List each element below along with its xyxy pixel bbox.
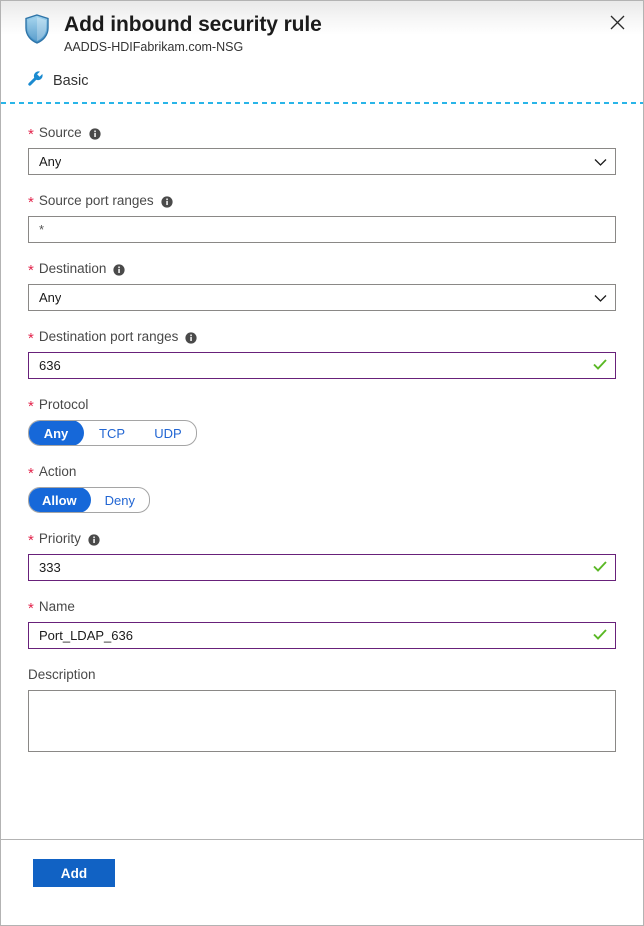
tab-strip: Basic: [1, 56, 643, 104]
shield-icon: [24, 14, 50, 44]
field-action-label-text: Action: [39, 463, 77, 480]
protocol-option-any[interactable]: Any: [28, 420, 84, 446]
field-destination-port-ranges-label-text: Destination port ranges: [39, 328, 179, 345]
field-action-label: * Action: [28, 463, 616, 480]
field-destination: * Destination Any: [28, 260, 616, 311]
page-title: Add inbound security rule: [64, 12, 322, 37]
field-source: * Source Any: [28, 124, 616, 175]
info-icon[interactable]: [185, 332, 197, 344]
add-button[interactable]: Add: [33, 859, 115, 887]
required-marker: *: [28, 604, 34, 614]
required-marker: *: [28, 266, 34, 276]
action-toggle-group: Allow Deny: [28, 487, 150, 513]
field-source-label-text: Source: [39, 124, 82, 141]
chevron-down-icon: [594, 154, 607, 169]
required-marker: *: [28, 402, 34, 412]
field-destination-label-text: Destination: [39, 260, 107, 277]
required-marker: *: [28, 130, 34, 140]
action-option-deny[interactable]: Deny: [91, 488, 149, 512]
source-select[interactable]: Any: [28, 148, 616, 175]
field-source-port-ranges-label: * Source port ranges: [28, 192, 616, 209]
wrench-icon: [27, 70, 44, 92]
tab-underline: [1, 102, 643, 104]
source-port-ranges-value: *: [39, 223, 44, 237]
blade-footer: Add: [1, 839, 643, 925]
field-source-port-ranges-label-text: Source port ranges: [39, 192, 154, 209]
destination-port-ranges-value: 636: [39, 359, 61, 373]
priority-value: 333: [39, 561, 61, 575]
field-destination-port-ranges: * Destination port ranges 636: [28, 328, 616, 379]
source-value: Any: [39, 155, 61, 169]
field-name-label-text: Name: [39, 598, 75, 615]
form-body: * Source Any: [1, 104, 643, 839]
close-button[interactable]: [602, 9, 632, 39]
name-value: Port_LDAP_636: [39, 629, 133, 643]
field-action: * Action Allow Deny: [28, 463, 616, 513]
destination-port-ranges-input[interactable]: 636: [28, 352, 616, 379]
field-destination-port-ranges-label: * Destination port ranges: [28, 328, 616, 345]
field-source-label: * Source: [28, 124, 616, 141]
blade-header: Add inbound security rule AADDS-HDIFabri…: [1, 1, 643, 56]
field-description: Description: [28, 666, 616, 752]
chevron-down-icon: [594, 290, 607, 305]
required-marker: *: [28, 536, 34, 546]
destination-value: Any: [39, 291, 61, 305]
protocol-option-udp[interactable]: UDP: [140, 421, 196, 445]
field-source-port-ranges: * Source port ranges *: [28, 192, 616, 243]
field-priority-label: * Priority: [28, 530, 616, 547]
field-protocol-label-text: Protocol: [39, 396, 89, 413]
tab-basic[interactable]: Basic: [27, 70, 88, 92]
required-marker: *: [28, 198, 34, 208]
close-icon: [610, 15, 625, 33]
field-description-label-text: Description: [28, 666, 96, 683]
required-marker: *: [28, 334, 34, 344]
field-description-label: Description: [28, 666, 616, 683]
info-icon[interactable]: [113, 264, 125, 276]
field-name: * Name Port_LDAP_636: [28, 598, 616, 649]
field-destination-label: * Destination: [28, 260, 616, 277]
title-row: Add inbound security rule AADDS-HDIFabri…: [1, 9, 643, 56]
info-icon[interactable]: [161, 196, 173, 208]
protocol-option-tcp[interactable]: TCP: [84, 421, 140, 445]
name-input[interactable]: Port_LDAP_636: [28, 622, 616, 649]
destination-select[interactable]: Any: [28, 284, 616, 311]
page-subtitle: AADDS-HDIFabrikam.com-NSG: [64, 39, 322, 56]
check-icon: [593, 560, 607, 575]
required-marker: *: [28, 469, 34, 479]
field-name-label: * Name: [28, 598, 616, 615]
field-protocol: * Protocol Any TCP UDP: [28, 396, 616, 446]
info-icon[interactable]: [89, 128, 101, 140]
add-inbound-security-rule-blade: Add inbound security rule AADDS-HDIFabri…: [0, 0, 644, 926]
description-textarea[interactable]: [28, 690, 616, 752]
title-text-block: Add inbound security rule AADDS-HDIFabri…: [64, 12, 322, 56]
field-priority-label-text: Priority: [39, 530, 81, 547]
info-icon[interactable]: [88, 534, 100, 546]
check-icon: [593, 358, 607, 373]
field-protocol-label: * Protocol: [28, 396, 616, 413]
action-option-allow[interactable]: Allow: [28, 487, 91, 513]
protocol-toggle-group: Any TCP UDP: [28, 420, 197, 446]
field-priority: * Priority 333: [28, 530, 616, 581]
source-port-ranges-input[interactable]: *: [28, 216, 616, 243]
check-icon: [593, 628, 607, 643]
tab-basic-label: Basic: [53, 72, 88, 90]
priority-input[interactable]: 333: [28, 554, 616, 581]
